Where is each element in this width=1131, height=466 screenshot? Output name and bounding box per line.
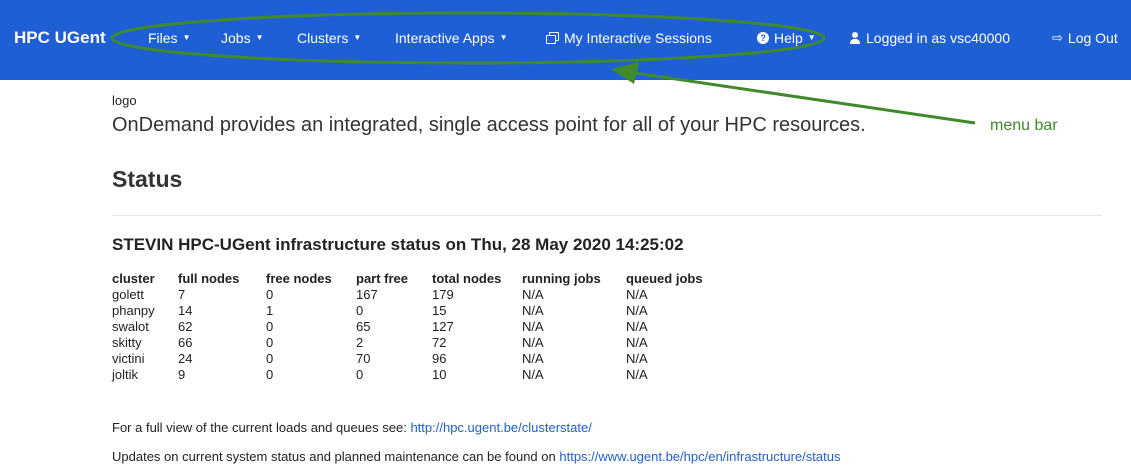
cluster-status-table: cluster full nodes free nodes part free … xyxy=(110,270,722,382)
table-cell: N/A xyxy=(626,302,648,318)
status-updates-note: Updates on current system status and pla… xyxy=(112,449,840,464)
logout-label: Log Out xyxy=(1067,30,1118,46)
table-cell: 66 xyxy=(178,334,193,350)
nav-files-menu[interactable]: Files ▼ xyxy=(148,30,190,46)
table-cell: 0 xyxy=(266,286,274,302)
logout-link[interactable]: ⇨ Log Out xyxy=(1052,30,1118,46)
table-cell: 96 xyxy=(432,350,447,366)
table-cell: 62 xyxy=(178,318,193,334)
logo-placeholder: logo xyxy=(112,93,137,108)
nav-jobs-label: Jobs xyxy=(221,30,251,46)
caret-down-icon: ▼ xyxy=(182,33,191,42)
table-cell: 0 xyxy=(266,318,274,334)
cluster-loads-text: For a full view of the current loads and… xyxy=(112,420,411,435)
table-cell: 2 xyxy=(356,334,364,350)
menu-bar-annotation-label: menu bar xyxy=(990,117,1058,134)
table-cell: N/A xyxy=(522,302,544,318)
user-icon xyxy=(849,32,861,44)
status-updates-text: Updates on current system status and pla… xyxy=(112,449,560,464)
table-cell: N/A xyxy=(522,286,544,302)
table-cell: 0 xyxy=(266,350,274,366)
table-cell: 9 xyxy=(178,366,186,382)
table-cell: 65 xyxy=(356,318,371,334)
table-cell: 70 xyxy=(356,350,371,366)
table-row: phanpy 14 1 0 15 N/A N/A xyxy=(110,302,722,318)
brand-link[interactable]: HPC UGent xyxy=(14,28,106,48)
top-navbar: HPC UGent Files ▼ Jobs ▼ Clusters ▼ Inte… xyxy=(0,0,1131,80)
table-cell: 127 xyxy=(432,318,454,334)
table-header-cell: part free xyxy=(356,270,409,286)
table-cell: N/A xyxy=(522,318,544,334)
nav-jobs-menu[interactable]: Jobs ▼ xyxy=(221,30,264,46)
sessions-icon xyxy=(546,32,559,44)
table-cell: 167 xyxy=(356,286,378,302)
sign-out-icon: ⇨ xyxy=(1052,30,1063,45)
nav-help-menu[interactable]: ? Help ▼ xyxy=(757,30,816,46)
table-cell: swalot xyxy=(112,318,149,334)
logged-in-user: Logged in as vsc40000 xyxy=(849,30,1010,46)
table-header-cell: free nodes xyxy=(266,270,332,286)
table-header-row: cluster full nodes free nodes part free … xyxy=(110,270,722,286)
table-row: golett 7 0 167 179 N/A N/A xyxy=(110,286,722,302)
infrastructure-status-link[interactable]: https://www.ugent.be/hpc/en/infrastructu… xyxy=(559,449,840,464)
nav-interactive-apps-label: Interactive Apps xyxy=(395,30,495,46)
table-cell: 0 xyxy=(266,366,274,382)
clusterstate-link[interactable]: http://hpc.ugent.be/clusterstate/ xyxy=(410,420,591,435)
caret-down-icon: ▼ xyxy=(353,33,362,42)
logged-in-label: Logged in as vsc40000 xyxy=(866,30,1010,46)
ondemand-tagline: OnDemand provides an integrated, single … xyxy=(112,114,866,136)
table-cell: golett xyxy=(112,286,144,302)
table-row: skitty 66 0 2 72 N/A N/A xyxy=(110,334,722,350)
table-header-cell: cluster xyxy=(112,270,155,286)
table-row: joltik 9 0 0 10 N/A N/A xyxy=(110,366,722,382)
table-row: swalot 62 0 65 127 N/A N/A xyxy=(110,318,722,334)
table-cell: 10 xyxy=(432,366,447,382)
caret-down-icon: ▼ xyxy=(255,33,264,42)
table-cell: N/A xyxy=(626,350,648,366)
section-divider xyxy=(112,215,1102,216)
cluster-loads-note: For a full view of the current loads and… xyxy=(112,420,592,435)
table-cell: 15 xyxy=(432,302,447,318)
table-cell: 0 xyxy=(356,366,364,382)
table-cell: 0 xyxy=(266,334,274,350)
nav-help-label: Help xyxy=(774,30,803,46)
caret-down-icon: ▼ xyxy=(499,33,508,42)
table-header-cell: total nodes xyxy=(432,270,502,286)
table-row: victini 24 0 70 96 N/A N/A xyxy=(110,350,722,366)
table-cell: phanpy xyxy=(112,302,155,318)
table-cell: 7 xyxy=(178,286,186,302)
table-cell: 179 xyxy=(432,286,454,302)
table-cell: N/A xyxy=(522,334,544,350)
table-cell: skitty xyxy=(112,334,142,350)
nav-my-sessions-label: My Interactive Sessions xyxy=(564,30,712,46)
table-cell: N/A xyxy=(626,334,648,350)
table-cell: 24 xyxy=(178,350,193,366)
table-cell: joltik xyxy=(112,366,139,382)
status-heading: Status xyxy=(112,166,183,192)
table-cell: N/A xyxy=(522,350,544,366)
table-cell: N/A xyxy=(626,366,648,382)
table-cell: 72 xyxy=(432,334,447,350)
infrastructure-status-heading: STEVIN HPC-UGent infrastructure status o… xyxy=(112,235,684,254)
table-header-cell: queued jobs xyxy=(626,270,703,286)
nav-files-label: Files xyxy=(148,30,178,46)
table-cell: victini xyxy=(112,350,145,366)
table-cell: N/A xyxy=(626,318,648,334)
table-cell: 14 xyxy=(178,302,193,318)
nav-clusters-menu[interactable]: Clusters ▼ xyxy=(297,30,361,46)
nav-my-sessions-link[interactable]: My Interactive Sessions xyxy=(546,30,712,46)
nav-interactive-apps-menu[interactable]: Interactive Apps ▼ xyxy=(395,30,508,46)
table-cell: 0 xyxy=(356,302,364,318)
question-circle-icon: ? xyxy=(757,32,769,44)
table-cell: N/A xyxy=(522,366,544,382)
caret-down-icon: ▼ xyxy=(807,33,816,42)
table-header-cell: full nodes xyxy=(178,270,240,286)
table-cell: 1 xyxy=(266,302,274,318)
table-cell: N/A xyxy=(626,286,648,302)
nav-clusters-label: Clusters xyxy=(297,30,349,46)
table-header-cell: running jobs xyxy=(522,270,601,286)
